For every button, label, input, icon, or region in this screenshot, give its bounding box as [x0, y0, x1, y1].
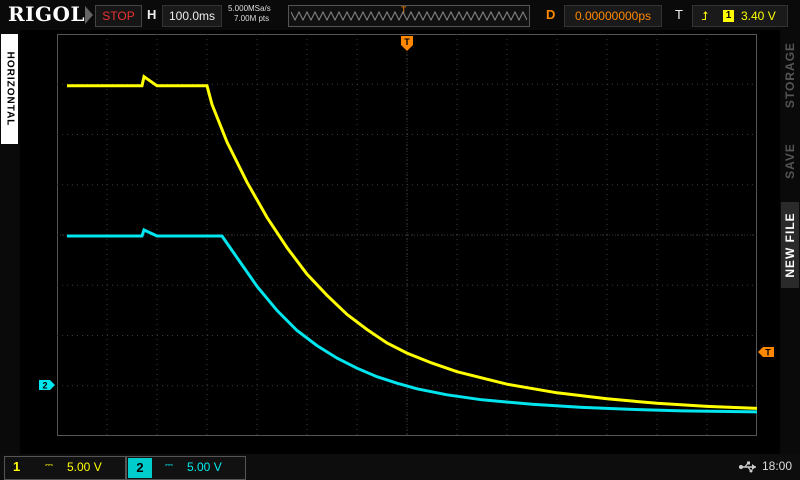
brand-logo: RIGOL: [8, 2, 86, 26]
horizontal-menu-label: HORIZONTAL: [4, 51, 15, 127]
dc-coupling-icon: ⎓: [165, 460, 173, 471]
channel-2-scale: 5.00 V: [187, 460, 222, 474]
system-clock: 18:00: [762, 459, 793, 473]
channel-2-settings[interactable]: 2 ⎓ 5.00 V: [126, 456, 246, 480]
memory-waveform-overview: [291, 10, 527, 22]
usb-icon: [739, 461, 756, 473]
channel-1-scale: 5.00 V: [67, 460, 102, 474]
trigger-position-marker[interactable]: T: [400, 35, 414, 53]
menu-tab-new-file-label: NEW FILE: [783, 212, 797, 278]
trigger-level-marker-label: T: [765, 348, 771, 358]
channel-1-settings[interactable]: 1 ⎓ 5.00 V: [4, 456, 126, 480]
channel-1-label: 1: [13, 459, 21, 474]
trigger-position-marker-label: T: [404, 37, 410, 47]
channel-2-trace: [67, 227, 757, 414]
horizontal-menu-tab[interactable]: HORIZONTAL: [1, 34, 18, 144]
trigger-label: T: [675, 7, 683, 22]
menu-tab-new-file[interactable]: NEW FILE: [781, 202, 799, 288]
left-menu-bar: HORIZONTAL: [0, 30, 20, 454]
horizontal-delay-readout[interactable]: 0.00000000ps: [564, 5, 662, 27]
memory-depth: 7.00M pts: [234, 14, 270, 23]
run-stop-status[interactable]: STOP: [95, 5, 142, 27]
sample-rate: 5.000MSa/s: [228, 4, 271, 13]
channel-2-ground-marker-label: 2: [42, 381, 47, 391]
trigger-source-badge: 1: [723, 10, 734, 22]
dc-coupling-icon: ⎓: [45, 460, 53, 471]
memory-overview-strip: T: [288, 5, 530, 27]
right-menu-bar: STORAGE SAVE NEW FILE: [780, 30, 800, 454]
channel-status-bar: 1 ⎓ 5.00 V 2 ⎓ 5.00 V 18:00: [0, 454, 800, 480]
top-status-bar: RIGOL STOP H 100.0ms 5.000MSa/s 7.00M pt…: [0, 0, 800, 30]
timebase-readout[interactable]: 100.0ms: [162, 5, 222, 27]
waveform-display[interactable]: [57, 34, 757, 436]
menu-tab-save[interactable]: SAVE: [781, 122, 799, 200]
channel-2-ground-marker[interactable]: 2: [38, 379, 56, 391]
menu-tab-storage-label: STORAGE: [783, 41, 797, 109]
menu-tab-storage[interactable]: STORAGE: [781, 36, 799, 114]
horizontal-label: H: [147, 7, 157, 22]
rising-edge-icon: ⮥: [701, 9, 709, 23]
acquisition-info: 5.000MSa/s 7.00M pts: [228, 4, 271, 24]
channel-2-label: 2: [128, 458, 152, 478]
trigger-level-marker[interactable]: T: [757, 346, 775, 358]
trigger-level-readout: 3.40 V: [741, 9, 776, 23]
brand-arrow-icon: [85, 6, 93, 24]
delay-label: D: [546, 7, 556, 22]
trigger-settings[interactable]: ⮥ 1 3.40 V: [692, 5, 788, 27]
menu-tab-save-label: SAVE: [783, 143, 797, 179]
channel-1-trace: [67, 74, 757, 410]
